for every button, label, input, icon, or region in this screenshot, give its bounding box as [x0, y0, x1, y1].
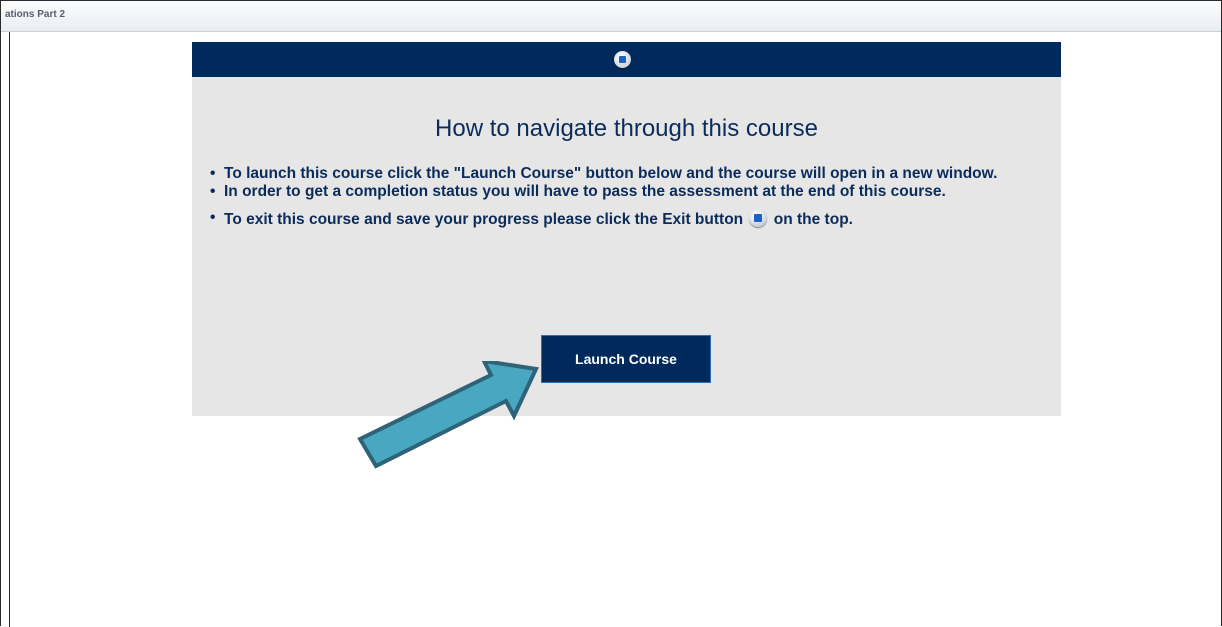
list-item: To exit this course and save your progre… — [206, 209, 1046, 228]
left-border-line — [9, 32, 10, 627]
window-titlebar: ations Part 2 — [1, 1, 1221, 32]
launch-course-button[interactable]: Launch Course — [541, 335, 711, 383]
list-item: To launch this course click the "Launch … — [206, 165, 1046, 182]
instruction-completion-text: In order to get a completion status you … — [224, 183, 946, 200]
list-item: In order to get a completion status you … — [206, 183, 1046, 200]
instruction-button-word: button — [690, 211, 744, 228]
instruction-exit-word: Exit — [662, 211, 691, 228]
browser-frame: ations Part 2 How to navigate through th… — [0, 0, 1222, 627]
instruction-exit-text-start: To exit this course and save your progre… — [224, 211, 663, 228]
exit-button-inline-icon — [749, 209, 768, 227]
arrow-shape — [357, 361, 539, 469]
course-content-panel: How to navigate through this course To l… — [192, 77, 1061, 416]
arrow-pointer-icon — [357, 361, 539, 469]
instruction-exit-text-end: on the top. — [769, 211, 853, 228]
window-title: ations Part 2 — [5, 9, 66, 20]
exit-button-icon[interactable] — [614, 51, 631, 68]
instruction-launch-text: To launch this course click the "Launch … — [224, 165, 998, 182]
course-header-bar — [192, 42, 1061, 77]
page-title: How to navigate through this course — [435, 115, 818, 142]
instructions-list: To launch this course click the "Launch … — [206, 165, 1046, 229]
